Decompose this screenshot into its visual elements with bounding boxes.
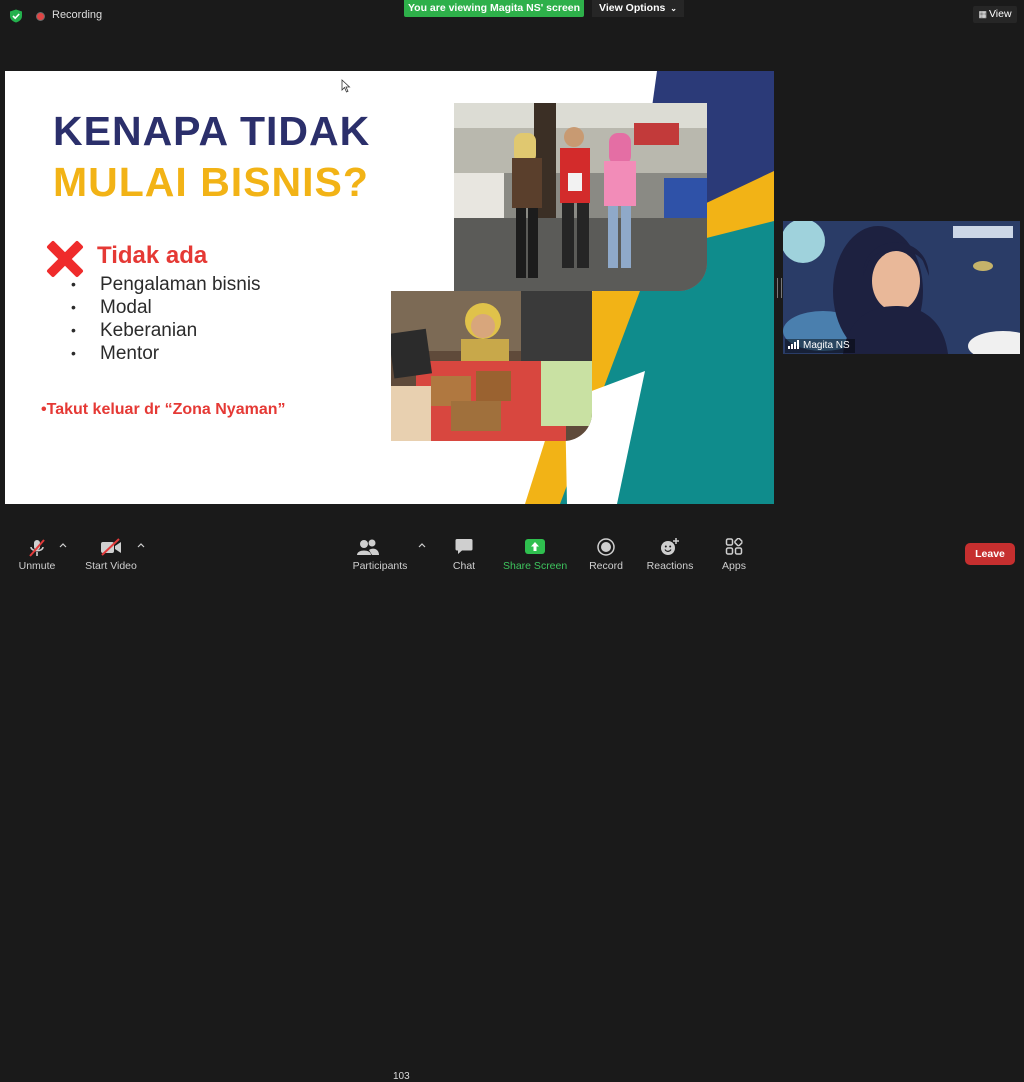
- bullet-text: Modal: [100, 297, 152, 318]
- video-feed: [783, 221, 1020, 354]
- view-button[interactable]: ▦ View: [973, 6, 1017, 23]
- slide-title-line2: MULAI BISNIS?: [53, 159, 369, 205]
- leave-button[interactable]: Leave: [965, 543, 1015, 565]
- photo-street-sale: [454, 103, 707, 291]
- signal-bars-icon: [788, 340, 799, 349]
- top-bar: Recording You are viewing Magita NS' scr…: [0, 0, 1024, 32]
- chat-bubble-icon: [455, 539, 473, 554]
- record-button[interactable]: Record: [588, 530, 624, 576]
- chevron-up-icon[interactable]: [137, 542, 145, 548]
- apps-button[interactable]: Apps: [718, 530, 750, 576]
- participant-video-tile[interactable]: Magita NS: [783, 221, 1020, 354]
- list-item: • Pengalaman bisnis: [71, 273, 261, 296]
- bullet-text: Mentor: [100, 343, 160, 364]
- apps-grid-icon: [725, 538, 743, 555]
- takut-label: Takut keluar dr “Zona Nyaman”: [46, 401, 286, 418]
- unmute-button[interactable]: Unmute: [12, 530, 62, 576]
- shared-screen-slide: KENAPA TIDAK MULAI BISNIS? Tidak ada • Pe…: [5, 71, 774, 504]
- participants-count: 103: [393, 1071, 410, 1082]
- recording-icon: [36, 12, 45, 21]
- security-shield-icon[interactable]: [9, 9, 23, 23]
- reactions-button[interactable]: Reactions: [645, 530, 695, 576]
- chevron-up-icon[interactable]: [59, 542, 67, 548]
- chevron-down-icon: ⌄: [670, 4, 677, 13]
- video-off-icon: [101, 538, 121, 556]
- slide-title-line1: KENAPA TIDAK: [53, 108, 371, 154]
- share-screen-icon: [525, 539, 545, 554]
- bullet-icon: •: [71, 276, 76, 292]
- smiley-plus-icon: [661, 538, 679, 555]
- reactions-label: Reactions: [646, 560, 694, 572]
- meeting-toolbar: Unmute Start Video Participants 103 Chat…: [0, 530, 1024, 1082]
- tidak-ada-heading: Tidak ada: [97, 242, 208, 269]
- viewing-banner: You are viewing Magita NS' screen: [404, 0, 584, 17]
- recording-label: Recording: [52, 9, 103, 21]
- bullet-text: Keberanian: [100, 320, 198, 341]
- chat-button[interactable]: Chat: [446, 530, 482, 576]
- takut-text: •Takut keluar dr “Zona Nyaman”: [41, 401, 285, 419]
- photo-cake-sale: [391, 291, 592, 441]
- view-options-label: View Options: [599, 2, 666, 14]
- bullet-text: Pengalaman bisnis: [100, 274, 261, 295]
- share-screen-label: Share Screen: [503, 560, 568, 572]
- bullet-icon: •: [71, 299, 76, 315]
- list-item: • Keberanian: [71, 319, 261, 342]
- list-item: • Modal: [71, 296, 261, 319]
- participant-name-label: Magita NS: [785, 339, 855, 353]
- list-item: • Mentor: [71, 342, 261, 365]
- chevron-up-icon[interactable]: [418, 542, 426, 548]
- participants-icon: [357, 539, 379, 555]
- record-icon: [597, 538, 615, 556]
- view-options-button[interactable]: View Options ⌄: [592, 0, 684, 17]
- bullet-list: • Pengalaman bisnis • Modal • Keberanian • M…: [71, 273, 261, 365]
- start-video-button[interactable]: Start Video: [82, 530, 140, 576]
- panel-resize-handle[interactable]: [777, 278, 782, 298]
- participants-label: Participants: [352, 560, 408, 572]
- mouse-cursor-icon: [341, 79, 351, 93]
- bullet-icon: •: [71, 345, 76, 361]
- start-video-label: Start Video: [85, 560, 137, 572]
- bullet-icon: •: [71, 322, 76, 338]
- record-label: Record: [589, 560, 623, 572]
- participant-name: Magita NS: [803, 340, 850, 351]
- grid-icon: ▦: [978, 9, 987, 19]
- apps-label: Apps: [722, 560, 746, 572]
- share-screen-button[interactable]: Share Screen: [503, 530, 567, 576]
- participants-button[interactable]: Participants: [350, 530, 410, 576]
- muted-microphone-icon: [29, 539, 45, 557]
- unmute-label: Unmute: [18, 560, 56, 572]
- chat-label: Chat: [452, 560, 476, 572]
- view-button-label: View: [988, 8, 1012, 20]
